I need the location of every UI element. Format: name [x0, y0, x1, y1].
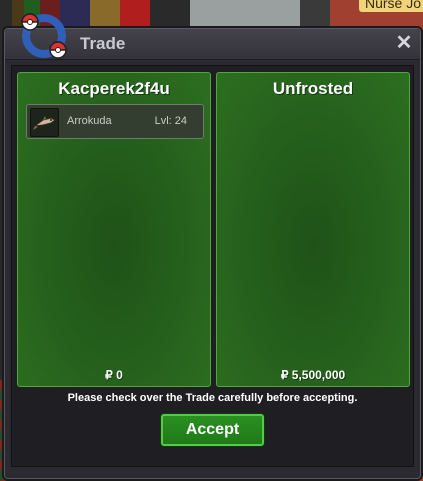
trade-item-slot[interactable]: Arrokuda Lvl: 24	[26, 104, 204, 139]
player-name: Unfrosted	[272, 79, 354, 98]
item-level: Lvl: 24	[154, 115, 187, 127]
money-amount: ₽ 0	[105, 368, 123, 382]
npc-name-tag: Nurse Jo	[358, 0, 423, 12]
accept-button[interactable]: Accept	[161, 414, 264, 446]
arrokuda-icon	[30, 108, 59, 137]
money-amount: ₽ 5,500,000	[280, 368, 346, 382]
close-button[interactable]: ✕	[394, 32, 414, 54]
trade-window: Trade ✕ Kacperek2f4u Arrokuda Lvl: 24 ₽ …	[4, 13, 421, 479]
trade-content: Kacperek2f4u Arrokuda Lvl: 24 ₽ 0 Unfros…	[11, 65, 414, 467]
window-title: Trade	[80, 34, 126, 53]
pokeball-trade-icon	[21, 13, 67, 59]
item-name: Arrokuda	[67, 115, 112, 127]
trade-panel-self: Kacperek2f4u Arrokuda Lvl: 24 ₽ 0	[17, 72, 211, 387]
trade-warning-note: Please check over the Trade carefully be…	[67, 392, 358, 404]
player-name: Kacperek2f4u	[58, 79, 170, 98]
trade-panel-partner: Unfrosted ₽ 5,500,000	[216, 72, 410, 387]
